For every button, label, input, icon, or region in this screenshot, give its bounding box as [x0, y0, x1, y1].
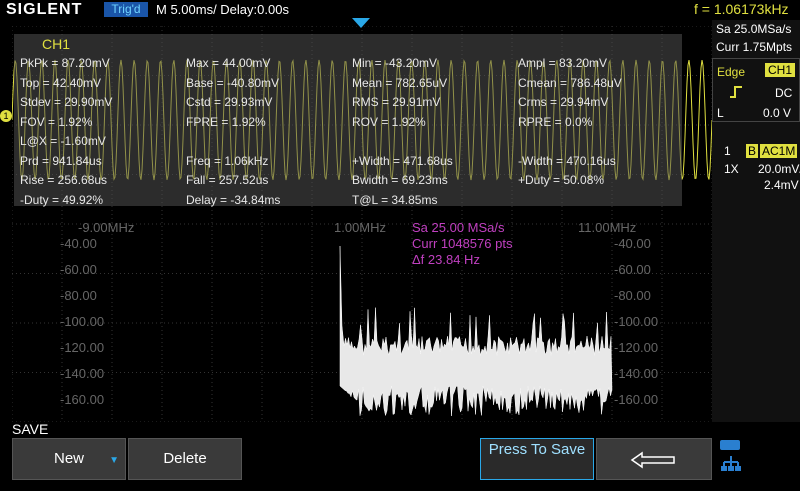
- measurement-value: +Width = 471.68us: [352, 153, 453, 168]
- fft-y-tick-label: -160.00: [60, 392, 105, 407]
- measurement-value: Crms = 29.94mV: [518, 95, 609, 109]
- rising-edge-icon: [730, 86, 742, 98]
- channel-coupling: AC1M: [760, 144, 798, 158]
- trigger-level-value: 0.0 V: [763, 106, 792, 120]
- fft-y-tick-label: -120.00: [614, 340, 659, 355]
- measurement-value: Cmean = 786.48uV: [518, 75, 622, 90]
- memory-depth: Curr 1.75Mpts: [716, 40, 793, 54]
- ch1-level-marker[interactable]: 1: [0, 110, 12, 122]
- arrow-down-icon: ▼: [109, 455, 119, 466]
- trigger-level-label: L: [717, 106, 724, 120]
- usb-network-status-icon: [720, 440, 746, 476]
- trigger-type: Edge: [717, 65, 746, 79]
- channel-offset: 2.4mV: [764, 178, 799, 192]
- measurement-value: L@X = -1.60mV: [20, 134, 106, 148]
- measurement-value: Min = -43.20mV: [352, 56, 438, 70]
- bandwidth-limit-badge: B: [746, 144, 759, 158]
- measurement-value: Top = 42.40mV: [20, 75, 102, 90]
- trigger-coupling: DC: [775, 86, 793, 100]
- measurement-value: Rise = 256.68us: [20, 173, 108, 187]
- measurement-value: -Width = 470.16us: [518, 153, 616, 168]
- measurement-value: Cstd = 29.93mV: [186, 95, 273, 109]
- fft-x-tick-label: 1.00MHz: [334, 220, 387, 235]
- fft-y-tick-label: -100.00: [60, 314, 105, 329]
- fft-y-tick-label: -100.00: [614, 314, 659, 329]
- measurement-value: PkPk = 87.20mV: [20, 56, 110, 70]
- press-to-save-button[interactable]: Press To Save: [480, 438, 594, 480]
- measurement-value: RMS = 29.91mV: [352, 95, 441, 109]
- probe-attenuation: 1X: [724, 162, 739, 176]
- sample-rate: Sa 25.0MSa/s: [716, 22, 792, 36]
- fft-y-tick-label: -160.00: [614, 392, 659, 407]
- new-button[interactable]: New ▼: [12, 438, 126, 480]
- fft-resolution: Δf 23.84 Hz: [412, 252, 480, 267]
- measurement-value: Mean = 782.65uV: [352, 75, 448, 90]
- trigger-box[interactable]: Edge CH1 DC L 0.0 V: [712, 58, 800, 122]
- measurement-value: +Duty = 50.08%: [518, 173, 605, 187]
- new-label: New: [53, 450, 84, 467]
- return-arrow-icon: [630, 451, 675, 469]
- fft-x-tick-label: -9.00MHz: [78, 220, 135, 235]
- measurement-value: Max = 44.00mV: [186, 56, 271, 70]
- channel-number: 1: [724, 144, 731, 158]
- measurement-value: Delay = -34.84ms: [186, 192, 281, 207]
- fft-y-tick-label: -40.00: [614, 236, 651, 251]
- trigger-status-badge: Trig'd: [104, 2, 148, 17]
- trigger-source: CH1: [765, 63, 796, 77]
- fft-sample-rate: Sa 25.00 MSa/s: [412, 220, 505, 235]
- fft-noise-floor: [339, 245, 613, 417]
- menu-title: SAVE: [12, 421, 49, 437]
- measurement-value: FOV = 1.92%: [20, 114, 93, 129]
- measurement-value: ROV = 1.92%: [352, 114, 426, 129]
- fft-y-tick-label: -120.00: [60, 340, 105, 355]
- delete-button[interactable]: Delete: [128, 438, 242, 480]
- network-icon: [721, 456, 741, 471]
- brand-logo: SIGLENT: [6, 1, 83, 18]
- fft-y-tick-label: -40.00: [60, 236, 97, 251]
- volts-per-div: 20.0mV/: [758, 162, 800, 176]
- measurement-channel-title: CH1: [42, 36, 71, 52]
- measurement-value: FPRE = 1.92%: [186, 114, 266, 129]
- fft-points: Curr 1048576 pts: [412, 236, 513, 251]
- measurement-value: Base = -40.80mV: [186, 75, 280, 90]
- measurement-value: Freq = 1.06kHz: [186, 153, 269, 168]
- fft-y-tick-label: -60.00: [60, 262, 97, 277]
- measurement-value: Bwidth = 69.23ms: [352, 173, 448, 187]
- fft-spectrum: [339, 245, 613, 417]
- top-bar: SIGLENT Trig'd M 5.00ms/ Delay:0.00s f =…: [0, 0, 800, 20]
- trigger-position-marker[interactable]: [352, 18, 370, 28]
- measurement-value: T@L = 34.85ms: [352, 192, 438, 207]
- frequency-readout: f = 1.06173kHz: [694, 1, 789, 17]
- return-button[interactable]: [596, 438, 712, 480]
- measurement-value: RPRE = 0.0%: [518, 114, 593, 129]
- measurement-value: -Duty = 49.92%: [20, 192, 104, 207]
- channel-box[interactable]: 1 B AC1M 1X 20.0mV/ 2.4mV: [712, 142, 800, 192]
- timebase-readout[interactable]: M 5.00ms/ Delay:0.00s: [156, 2, 289, 17]
- measurement-value: Fall = 257.52us: [186, 173, 269, 187]
- fft-y-tick-label: -140.00: [60, 366, 105, 381]
- measurement-value: Prd = 941.84us: [20, 153, 102, 168]
- measurement-value: Stdev = 29.90mV: [20, 95, 113, 109]
- fft-info: Sa 25.00 MSa/s Curr 1048576 pts Δf 23.84…: [412, 220, 512, 268]
- fft-y-tick-label: -80.00: [60, 288, 97, 303]
- fft-y-tick-label: -80.00: [614, 288, 651, 303]
- fft-y-tick-label: -140.00: [614, 366, 659, 381]
- fft-y-tick-label: -60.00: [614, 262, 651, 277]
- fft-x-tick-label: 11.00MHz: [578, 220, 637, 235]
- measurement-value: Ampl = 83.20mV: [518, 56, 608, 70]
- right-status-panel: Sa 25.0MSa/s Curr 1.75Mpts Edge CH1 DC L…: [712, 20, 800, 422]
